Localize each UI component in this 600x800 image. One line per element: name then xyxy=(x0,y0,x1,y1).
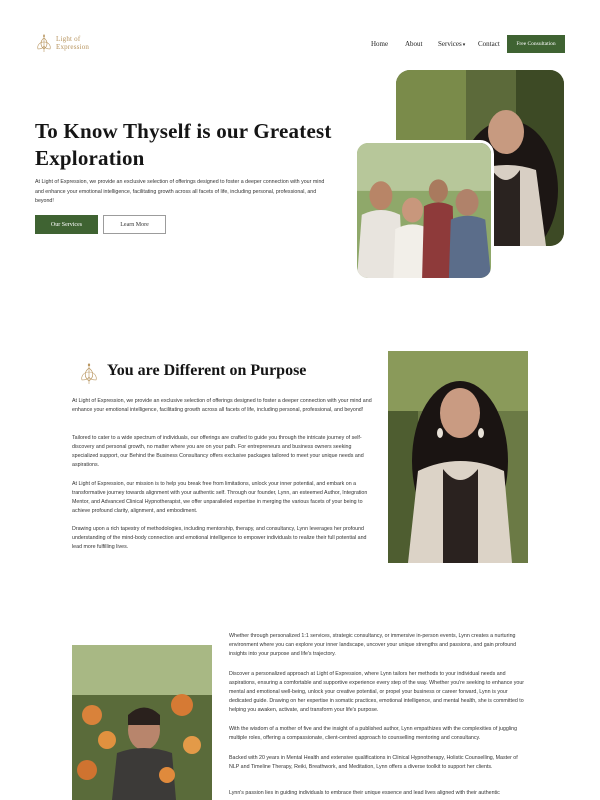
hero-description: At Light of Expression, we provide an ex… xyxy=(35,179,325,204)
our-services-button[interactable]: Our Services xyxy=(35,215,98,234)
hero-title: To Know Thyself is our Greatest Explorat… xyxy=(35,119,332,170)
chevron-down-icon: ▾ xyxy=(462,43,466,48)
lynn-flowers-photo xyxy=(72,645,212,800)
lotus-emblem-icon xyxy=(81,363,97,384)
purpose-paragraph-3: At Light of Expression, our mission is t… xyxy=(72,481,368,514)
nav-services[interactable]: Services▾ xyxy=(438,40,465,48)
about-paragraph-4: Backed with 20 years in Mental Health an… xyxy=(229,755,518,770)
purpose-section-title: You are Different on Purpose xyxy=(107,362,307,379)
nav-contact[interactable]: Contact xyxy=(478,40,500,48)
nav-about[interactable]: About xyxy=(405,40,423,48)
nav-home[interactable]: Home xyxy=(371,40,388,48)
purpose-paragraph-1: At Light of Expression, we provide an ex… xyxy=(72,398,372,413)
purpose-paragraph-2: Tailored to cater to a wide spectrum of … xyxy=(72,435,364,468)
founder-portrait-photo xyxy=(388,351,528,563)
about-paragraph-5: Lynn's passion lies in guiding individua… xyxy=(229,790,500,796)
about-paragraph-3: With the wisdom of a mother of five and … xyxy=(229,726,518,741)
purpose-paragraph-4: Drawing upon a rich tapestry of methodol… xyxy=(72,526,367,550)
nav-services-label: Services xyxy=(438,40,462,48)
about-paragraph-1: Whether through personalized 1:1 service… xyxy=(229,633,517,657)
hero-group-photo xyxy=(354,140,494,281)
free-consultation-button[interactable]: Free Consultation xyxy=(507,35,565,53)
learn-more-button[interactable]: Learn More xyxy=(103,215,166,234)
about-paragraph-2: Discover a personalized approach at Ligh… xyxy=(229,671,525,713)
